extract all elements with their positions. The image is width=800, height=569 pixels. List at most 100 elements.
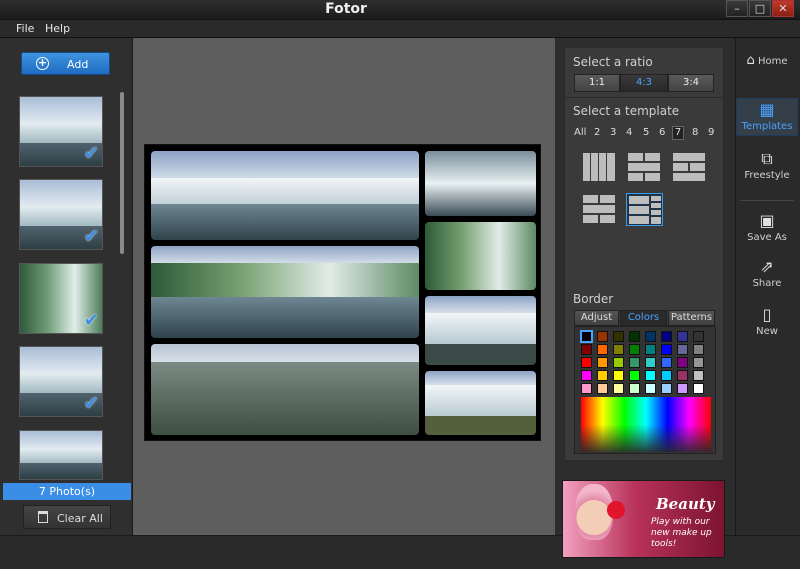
tab-patterns[interactable]: Patterns bbox=[668, 310, 715, 326]
ratio-4-3[interactable]: 4:3 bbox=[620, 74, 668, 92]
count-2[interactable]: 2 bbox=[594, 127, 600, 138]
menu-file[interactable]: File bbox=[16, 22, 34, 35]
count-8[interactable]: 8 bbox=[692, 127, 698, 138]
count-all[interactable]: All bbox=[574, 127, 586, 138]
color-swatch[interactable] bbox=[693, 331, 704, 342]
count-7[interactable]: 7 bbox=[672, 126, 684, 140]
color-swatch[interactable] bbox=[677, 383, 688, 394]
photo-thumbnail[interactable]: ✔ bbox=[19, 96, 103, 167]
nav-templates[interactable]: ▦ Templates bbox=[736, 98, 798, 136]
color-swatch[interactable] bbox=[581, 357, 592, 368]
count-9[interactable]: 9 bbox=[708, 127, 714, 138]
freestyle-icon: ⧉ bbox=[761, 149, 773, 168]
color-swatch[interactable] bbox=[661, 370, 672, 381]
ad-title: Beauty bbox=[656, 495, 715, 513]
close-button[interactable]: ✕ bbox=[772, 0, 794, 17]
checkmark-icon: ✔ bbox=[83, 310, 99, 331]
color-swatch[interactable] bbox=[661, 357, 672, 368]
color-swatch[interactable] bbox=[613, 370, 624, 381]
color-swatch[interactable] bbox=[693, 344, 704, 355]
photo-thumbnail[interactable]: ✔ bbox=[19, 179, 103, 250]
color-swatch[interactable] bbox=[629, 370, 640, 381]
color-swatch[interactable] bbox=[645, 331, 656, 342]
color-swatch[interactable] bbox=[581, 370, 592, 381]
color-swatch[interactable] bbox=[597, 344, 608, 355]
color-swatch[interactable] bbox=[629, 383, 640, 394]
ratio-3-4[interactable]: 3:4 bbox=[668, 74, 714, 92]
collage-photo[interactable] bbox=[151, 344, 419, 435]
color-swatch[interactable] bbox=[677, 331, 688, 342]
nav-home[interactable]: ⌂ Home bbox=[736, 52, 798, 72]
color-swatch[interactable] bbox=[645, 383, 656, 394]
nav-save-label: Save As bbox=[747, 232, 787, 243]
color-swatch[interactable] bbox=[677, 357, 688, 368]
nav-freestyle[interactable]: ⧉ Freestyle bbox=[736, 149, 798, 182]
color-swatch[interactable] bbox=[677, 370, 688, 381]
menu-help[interactable]: Help bbox=[45, 22, 70, 35]
count-3[interactable]: 3 bbox=[610, 127, 616, 138]
count-5[interactable]: 5 bbox=[643, 127, 649, 138]
collage-photo[interactable] bbox=[425, 296, 536, 365]
photo-thumbnail[interactable] bbox=[19, 430, 103, 480]
count-6[interactable]: 6 bbox=[659, 127, 665, 138]
ad-text: Play with our new make up tools! bbox=[651, 517, 712, 549]
color-swatch[interactable] bbox=[693, 383, 704, 394]
color-swatch[interactable] bbox=[597, 383, 608, 394]
home-icon: ⌂ bbox=[746, 53, 755, 68]
color-swatch[interactable] bbox=[613, 357, 624, 368]
color-spectrum[interactable] bbox=[581, 397, 711, 452]
color-swatch[interactable] bbox=[597, 370, 608, 381]
nav-save-as[interactable]: ▣ Save As bbox=[736, 212, 798, 244]
color-swatch[interactable] bbox=[580, 330, 593, 343]
photo-thumbnail[interactable]: ✔ bbox=[19, 346, 103, 417]
color-swatch[interactable] bbox=[661, 331, 672, 342]
color-swatch[interactable] bbox=[613, 331, 624, 342]
collage-photo[interactable] bbox=[151, 246, 419, 338]
color-swatch[interactable] bbox=[677, 344, 688, 355]
color-swatch[interactable] bbox=[693, 357, 704, 368]
nav-new[interactable]: ▯ New bbox=[736, 306, 798, 338]
add-button[interactable]: + Add bbox=[21, 52, 110, 75]
count-4[interactable]: 4 bbox=[626, 127, 632, 138]
color-swatch[interactable] bbox=[597, 357, 608, 368]
photo-count: 7 Photo(s) bbox=[3, 483, 131, 500]
color-swatch[interactable] bbox=[629, 331, 640, 342]
nav-share[interactable]: ⇗ Share bbox=[736, 257, 798, 290]
minimize-button[interactable]: – bbox=[726, 0, 748, 17]
color-swatch[interactable] bbox=[581, 383, 592, 394]
color-swatch[interactable] bbox=[629, 344, 640, 355]
ad-banner[interactable]: Beauty Play with our new make up tools! bbox=[562, 480, 725, 558]
template-option[interactable] bbox=[582, 152, 616, 182]
checkmark-icon: ✔ bbox=[83, 393, 99, 414]
template-option[interactable] bbox=[582, 194, 616, 224]
color-swatch[interactable] bbox=[597, 331, 608, 342]
thumbnail-scrollbar[interactable] bbox=[120, 92, 124, 254]
tab-adjust[interactable]: Adjust bbox=[574, 310, 619, 326]
ratio-1-1[interactable]: 1:1 bbox=[574, 74, 620, 92]
color-swatch[interactable] bbox=[645, 370, 656, 381]
collage-photo[interactable] bbox=[425, 222, 536, 290]
share-icon: ⇗ bbox=[760, 257, 774, 276]
template-option[interactable] bbox=[672, 152, 706, 182]
color-swatch[interactable] bbox=[645, 344, 656, 355]
photo-thumbnail[interactable]: ✔ bbox=[19, 263, 103, 334]
color-swatch[interactable] bbox=[581, 344, 592, 355]
nav-freestyle-label: Freestyle bbox=[744, 170, 790, 181]
color-swatch[interactable] bbox=[693, 370, 704, 381]
template-option-selected[interactable] bbox=[626, 193, 663, 226]
maximize-button[interactable]: □ bbox=[749, 0, 771, 17]
tab-colors[interactable]: Colors bbox=[620, 310, 667, 326]
clear-all-button[interactable]: Clear All bbox=[23, 505, 111, 529]
collage-preview[interactable] bbox=[144, 144, 541, 441]
color-swatch[interactable] bbox=[613, 344, 624, 355]
collage-photo[interactable] bbox=[425, 371, 536, 435]
color-palette bbox=[574, 326, 716, 454]
color-swatch[interactable] bbox=[645, 357, 656, 368]
template-option[interactable] bbox=[627, 152, 661, 182]
color-swatch[interactable] bbox=[661, 344, 672, 355]
collage-photo[interactable] bbox=[151, 151, 419, 240]
color-swatch[interactable] bbox=[613, 383, 624, 394]
color-swatch[interactable] bbox=[629, 357, 640, 368]
collage-photo[interactable] bbox=[425, 151, 536, 216]
color-swatch[interactable] bbox=[661, 383, 672, 394]
